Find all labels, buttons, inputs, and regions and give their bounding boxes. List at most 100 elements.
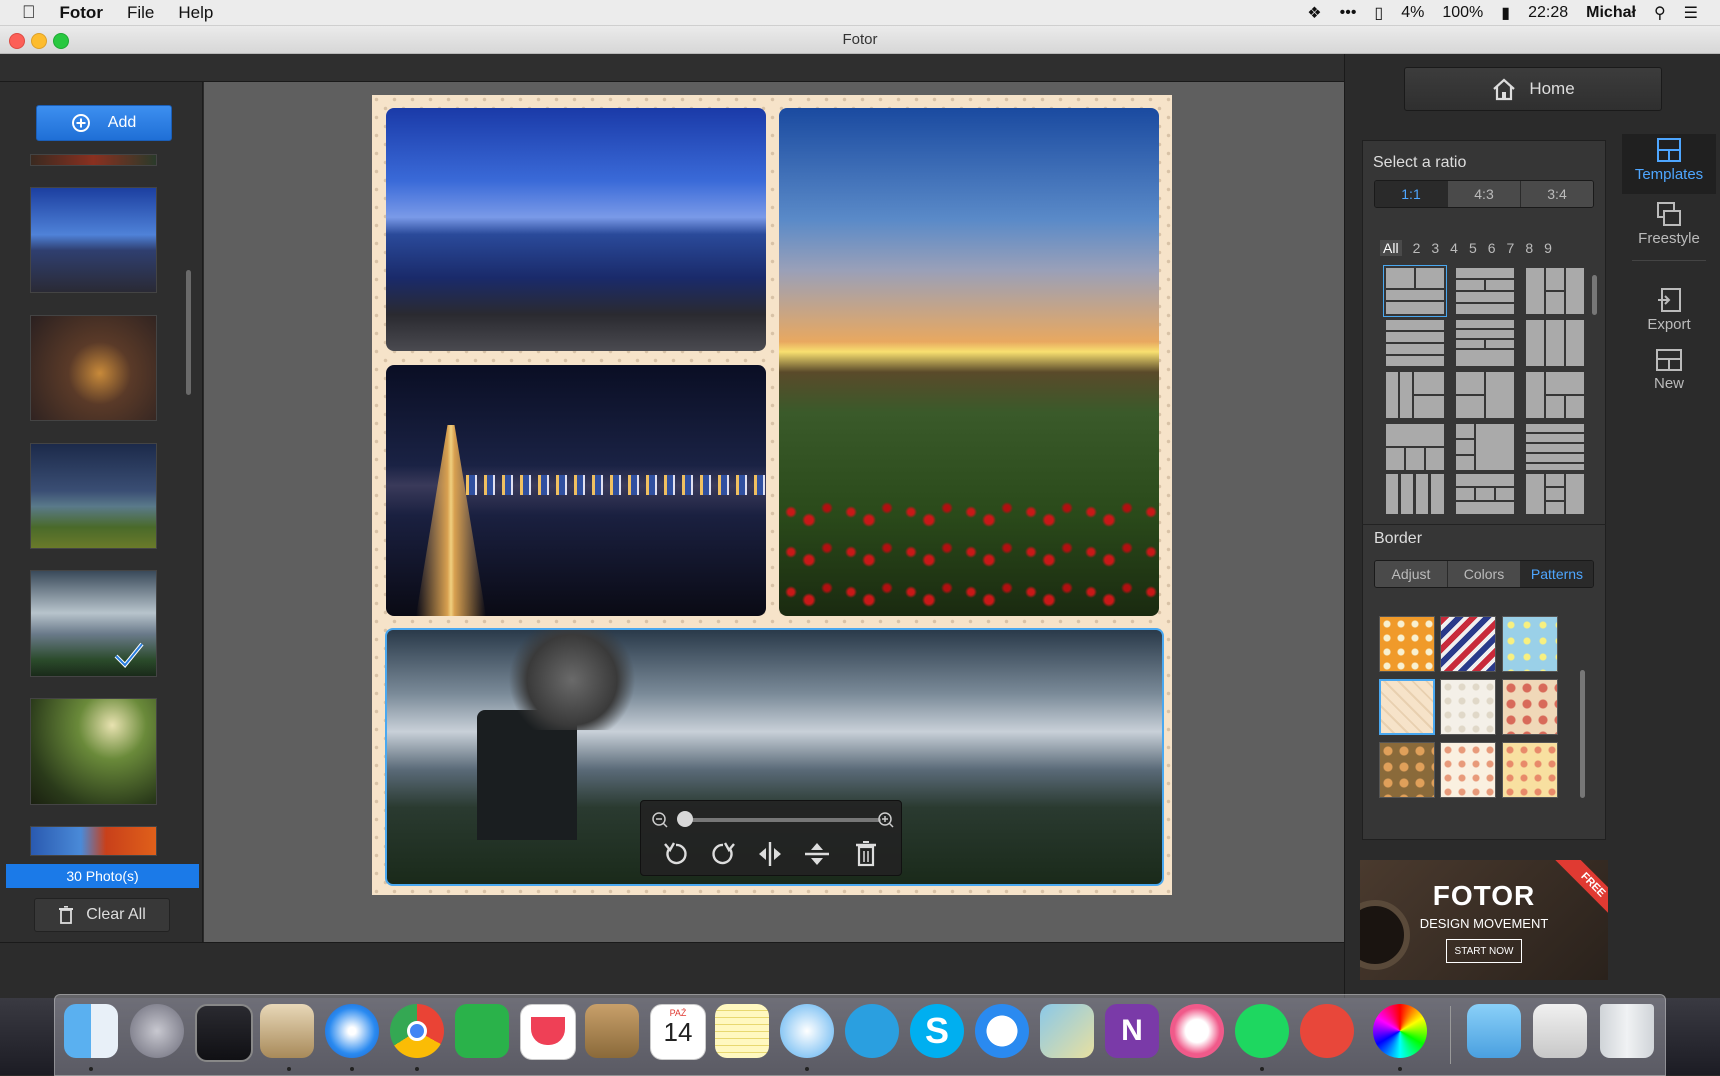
nav-templates[interactable]: Templates xyxy=(1622,134,1716,194)
nav-export[interactable]: Export xyxy=(1622,284,1716,344)
downloads-folder-icon[interactable] xyxy=(1467,1004,1521,1058)
rotate-left-icon[interactable] xyxy=(661,839,691,869)
pattern-swatch[interactable] xyxy=(1502,742,1558,798)
count-filter-8[interactable]: 8 xyxy=(1525,240,1533,256)
layout-template[interactable] xyxy=(1526,320,1584,366)
mail-stamp-icon[interactable] xyxy=(260,1004,314,1058)
flip-horizontal-icon[interactable] xyxy=(755,839,785,869)
fotor-color-icon[interactable] xyxy=(1373,1004,1427,1058)
pattern-swatch[interactable] xyxy=(1502,679,1558,735)
home-button[interactable]: Home xyxy=(1404,67,1662,111)
count-filter-4[interactable]: 4 xyxy=(1450,240,1458,256)
add-photo-button[interactable]: Add xyxy=(36,105,172,141)
chrome-icon[interactable] xyxy=(390,1004,444,1058)
menu-app-name[interactable]: Fotor xyxy=(48,3,115,23)
promo-banner[interactable]: FOTOR DESIGN MOVEMENT START NOW FREE xyxy=(1360,860,1608,980)
dropbox-icon[interactable]: ❖ xyxy=(1307,3,1321,23)
border-tab-colors[interactable]: Colors xyxy=(1448,561,1521,587)
mission-control-icon[interactable] xyxy=(195,1004,253,1062)
spotlight-search-icon[interactable]: ⚲ xyxy=(1654,3,1666,23)
finder-icon[interactable] xyxy=(64,1004,118,1058)
pattern-swatch[interactable] xyxy=(1502,616,1558,672)
count-filter-6[interactable]: 6 xyxy=(1488,240,1496,256)
pattern-swatch[interactable] xyxy=(1379,616,1435,672)
layout-template[interactable] xyxy=(1456,372,1514,418)
safari-icon[interactable] xyxy=(325,1004,379,1058)
zoom-slider-handle[interactable] xyxy=(677,811,693,827)
nav-freestyle[interactable]: Freestyle xyxy=(1622,198,1716,258)
layout-template[interactable] xyxy=(1526,268,1584,314)
templates-scrollbar[interactable] xyxy=(1592,275,1597,315)
clock[interactable]: 22:28 xyxy=(1528,4,1568,22)
photo-thumbnail[interactable] xyxy=(30,443,157,549)
more-icon[interactable]: ••• xyxy=(1340,4,1357,22)
ratio-option-3-4[interactable]: 3:4 xyxy=(1521,181,1593,207)
count-filter-9[interactable]: 9 xyxy=(1544,240,1552,256)
launchpad-icon[interactable] xyxy=(130,1004,184,1058)
notification-center-icon[interactable]: ☰ xyxy=(1684,3,1698,23)
zoom-out-icon[interactable] xyxy=(651,811,669,829)
ratio-option-1-1[interactable]: 1:1 xyxy=(1375,181,1448,207)
close-window-button[interactable] xyxy=(9,33,25,49)
collage-photo-bridge-city[interactable] xyxy=(386,365,766,616)
border-tab-adjust[interactable]: Adjust xyxy=(1375,561,1448,587)
menu-file[interactable]: File xyxy=(115,3,166,23)
pattern-swatch[interactable] xyxy=(1440,679,1496,735)
layout-template[interactable] xyxy=(1386,372,1444,418)
photo-thumbnail[interactable] xyxy=(30,187,157,293)
collage-photo-seascape[interactable] xyxy=(386,108,766,351)
count-filter-3[interactable]: 3 xyxy=(1431,240,1439,256)
count-filter-all[interactable]: All xyxy=(1380,240,1402,256)
user-name[interactable]: Michał xyxy=(1586,4,1636,22)
count-filter-5[interactable]: 5 xyxy=(1469,240,1477,256)
pocket-icon[interactable] xyxy=(520,1004,576,1060)
layout-template[interactable] xyxy=(1456,268,1514,314)
collage-photo-sunset-meadow[interactable] xyxy=(779,108,1159,616)
layout-template[interactable] xyxy=(1386,474,1444,520)
stack-folder-icon[interactable] xyxy=(1533,1004,1587,1058)
onenote-icon[interactable]: N xyxy=(1105,1004,1159,1058)
flip-vertical-icon[interactable] xyxy=(802,839,832,869)
apple-menu-icon[interactable]:  xyxy=(0,2,48,23)
feedly-icon[interactable] xyxy=(455,1004,509,1058)
layout-template[interactable] xyxy=(1456,424,1514,470)
pattern-swatch-selected[interactable] xyxy=(1379,679,1435,735)
rotate-right-icon[interactable] xyxy=(708,839,738,869)
layout-template[interactable] xyxy=(1456,320,1514,366)
count-filter-7[interactable]: 7 xyxy=(1507,240,1515,256)
minimize-window-button[interactable] xyxy=(31,33,47,49)
patterns-scrollbar[interactable] xyxy=(1580,670,1585,798)
collage-canvas[interactable] xyxy=(372,95,1172,895)
photo-thumbnail[interactable] xyxy=(30,826,157,856)
skype-icon[interactable]: S xyxy=(910,1004,964,1058)
delete-photo-icon[interactable] xyxy=(851,839,881,869)
pattern-swatch[interactable] xyxy=(1440,742,1496,798)
preview-icon[interactable] xyxy=(1040,1004,1094,1058)
trash-bin-icon[interactable] xyxy=(1600,1004,1654,1058)
menu-help[interactable]: Help xyxy=(166,3,225,23)
photo-thumbnail-selected[interactable] xyxy=(30,570,157,677)
photo-thumbnail[interactable] xyxy=(30,154,157,166)
border-tab-patterns[interactable]: Patterns xyxy=(1521,561,1593,587)
nav-new[interactable]: New xyxy=(1622,345,1716,405)
telegram-icon[interactable] xyxy=(845,1004,899,1058)
layout-template[interactable] xyxy=(1386,424,1444,470)
pattern-swatch[interactable] xyxy=(1440,616,1496,672)
messenger-icon[interactable] xyxy=(975,1004,1029,1058)
layout-template-selected[interactable] xyxy=(1383,265,1447,317)
layout-template[interactable] xyxy=(1456,474,1514,520)
ratio-option-4-3[interactable]: 4:3 xyxy=(1448,181,1521,207)
layout-template[interactable] xyxy=(1526,474,1584,520)
photo-thumbnail[interactable] xyxy=(30,698,157,805)
layout-template[interactable] xyxy=(1526,424,1584,470)
downloader-icon[interactable] xyxy=(1300,1004,1354,1058)
zoom-slider[interactable] xyxy=(681,818,881,822)
contacts-icon[interactable] xyxy=(585,1004,639,1058)
library-scrollbar[interactable] xyxy=(186,270,191,395)
promo-start-button[interactable]: START NOW xyxy=(1446,939,1522,963)
pattern-swatch[interactable] xyxy=(1379,742,1435,798)
calendar-icon[interactable]: PAŹ 14 xyxy=(650,1004,706,1060)
clear-all-button[interactable]: Clear All xyxy=(34,898,170,932)
battery-level[interactable]: 100% xyxy=(1442,4,1483,22)
zoom-window-button[interactable] xyxy=(53,33,69,49)
